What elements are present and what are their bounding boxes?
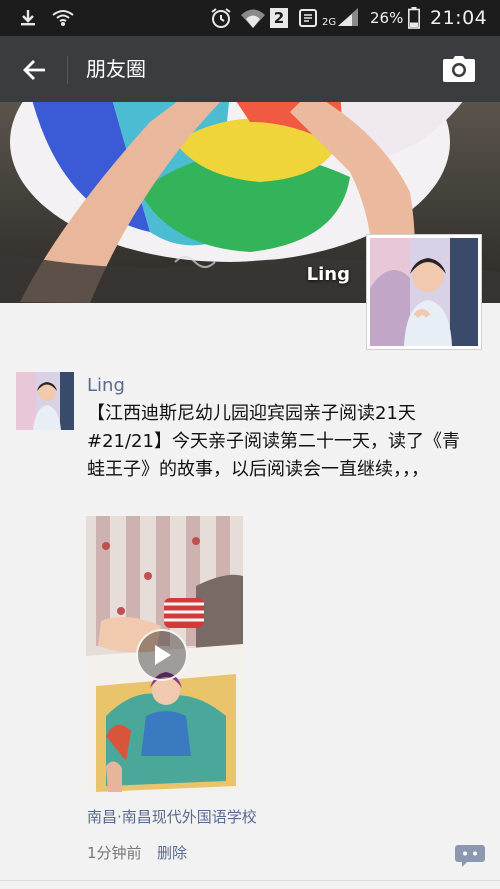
status-bar: 2 2G 26% 21:04	[0, 0, 500, 36]
delete-post-button[interactable]: 删除	[157, 842, 187, 863]
profile-avatar-image	[370, 238, 478, 346]
download-icon	[18, 0, 38, 36]
comment-icon	[455, 845, 485, 867]
network-label: 2G	[322, 17, 337, 28]
battery-icon	[408, 0, 420, 36]
battery-percent: 26%	[370, 9, 404, 27]
post-text: 【江西迪斯尼幼儿园迎宾园亲子阅读21天#21/21】今天亲子阅读第二十一天，读了…	[87, 403, 460, 480]
sim2-badge: 2	[270, 8, 288, 28]
back-button[interactable]	[14, 50, 54, 90]
post-author-avatar[interactable]	[16, 372, 74, 430]
cover-username: Ling	[306, 264, 350, 285]
camera-icon	[443, 56, 475, 82]
camera-button[interactable]	[440, 52, 478, 86]
post-author-name[interactable]: Ling	[87, 375, 125, 396]
post-divider	[0, 880, 500, 881]
alarm-icon	[210, 0, 232, 36]
sms-icon	[298, 0, 320, 36]
top-nav-bar: 朋友圈	[0, 36, 500, 102]
wifi-icon	[240, 0, 266, 36]
status-time: 21:04	[430, 7, 488, 29]
play-button[interactable]	[136, 629, 188, 681]
post-author-avatar-image	[16, 372, 74, 430]
profile-avatar[interactable]	[366, 234, 482, 350]
signal-icon: 2G	[322, 0, 360, 36]
play-icon	[155, 645, 171, 665]
header-divider	[67, 56, 68, 84]
post-timestamp: 1分钟前	[87, 844, 142, 862]
page-title: 朋友圈	[86, 57, 146, 81]
comment-button[interactable]	[455, 845, 485, 867]
post-video[interactable]	[86, 516, 243, 792]
post-location[interactable]: 南昌·南昌现代外国语学校	[87, 806, 257, 827]
sim2-icon: 2	[270, 0, 288, 36]
wifi-calling-icon	[50, 0, 76, 36]
arrow-left-icon	[23, 60, 45, 80]
